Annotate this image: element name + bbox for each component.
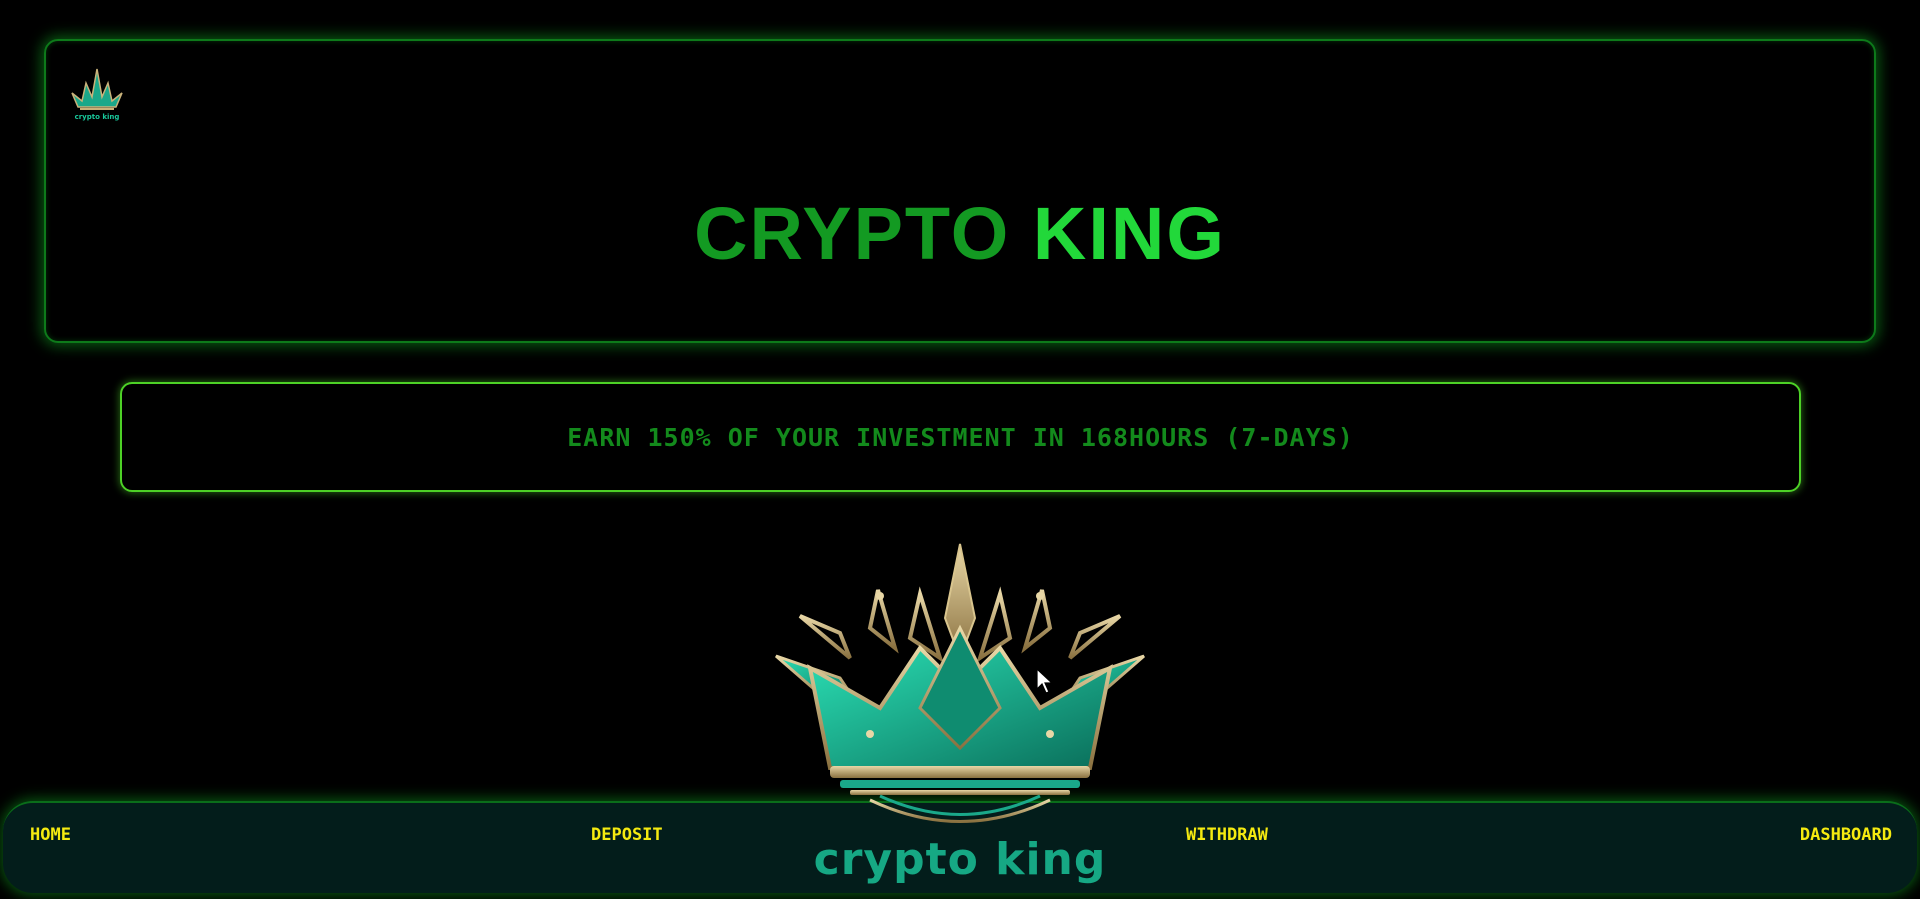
nav-dashboard-link[interactable]: DASHBOARD	[1800, 825, 1892, 845]
crown-icon	[71, 68, 123, 110]
nav-deposit-link[interactable]: DEPOSIT	[591, 825, 663, 845]
promo-banner: EARN 150% OF YOUR INVESTMENT IN 168HOURS…	[120, 382, 1801, 492]
crown-icon	[775, 543, 1145, 823]
mouse-cursor-icon	[1036, 668, 1054, 694]
title-word-crypto: CRYPTO	[694, 192, 1011, 275]
nav-home-link[interactable]: HOME	[30, 825, 71, 845]
header-logo-text: crypto king	[74, 113, 120, 121]
nav-withdraw-link[interactable]: WITHDRAW	[1186, 825, 1268, 845]
page: crypto king CRYPTO KING EARN 150% OF YOU…	[0, 0, 1920, 899]
header-logo[interactable]: crypto king	[68, 63, 126, 123]
hero-crown-logo	[770, 538, 1150, 838]
page-title: CRYPTO KING	[46, 191, 1874, 276]
header-panel: crypto king CRYPTO KING	[44, 39, 1876, 343]
promo-banner-text: EARN 150% OF YOUR INVESTMENT IN 168HOURS…	[567, 422, 1354, 452]
hero-logo-text: crypto king	[813, 834, 1107, 885]
title-word-king: KING	[1032, 192, 1226, 275]
